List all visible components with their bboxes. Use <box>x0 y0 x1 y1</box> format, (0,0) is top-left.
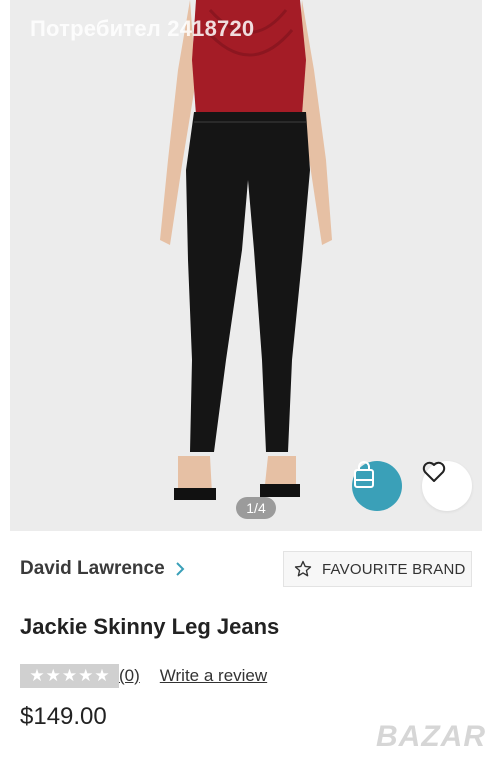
wishlist-button[interactable] <box>422 461 472 511</box>
favourite-brand-label: FAVOURITE BRAND <box>322 560 466 578</box>
star-icon: ★ <box>29 666 45 685</box>
chevron-right-icon <box>175 561 185 577</box>
star-icon: ★ <box>78 666 94 685</box>
star-icon: ★ <box>61 666 78 685</box>
product-title: Jackie Skinny Leg Jeans <box>20 614 280 639</box>
star-icon: ★ <box>45 666 61 685</box>
heart-icon <box>422 461 446 482</box>
add-to-bag-button[interactable] <box>352 461 402 511</box>
favourite-brand-button[interactable]: FAVOURITE BRAND <box>283 551 472 587</box>
product-image[interactable]: Потребител 2418720 1/4 <box>10 0 482 531</box>
product-price: $149.00 <box>20 703 107 730</box>
brand-link[interactable]: David Lawrence <box>20 556 185 582</box>
user-watermark: Потребител 2418720 <box>30 16 255 41</box>
image-counter: 1/4 <box>236 497 276 519</box>
model-photo <box>160 0 332 500</box>
shopping-bag-icon <box>354 461 374 488</box>
write-review-link[interactable]: Write a review <box>160 666 267 686</box>
review-count[interactable]: (0) <box>119 666 140 686</box>
rating-stars: ★ ★ ★ ★ ★ <box>20 664 119 688</box>
brand-name: David Lawrence <box>20 558 165 579</box>
rating-row: ★ ★ ★ ★ ★ (0) Write a review <box>20 664 267 688</box>
star-outline-icon <box>294 560 312 577</box>
star-icon: ★ <box>94 666 110 685</box>
bazar-logo: BAZAR <box>376 720 486 753</box>
